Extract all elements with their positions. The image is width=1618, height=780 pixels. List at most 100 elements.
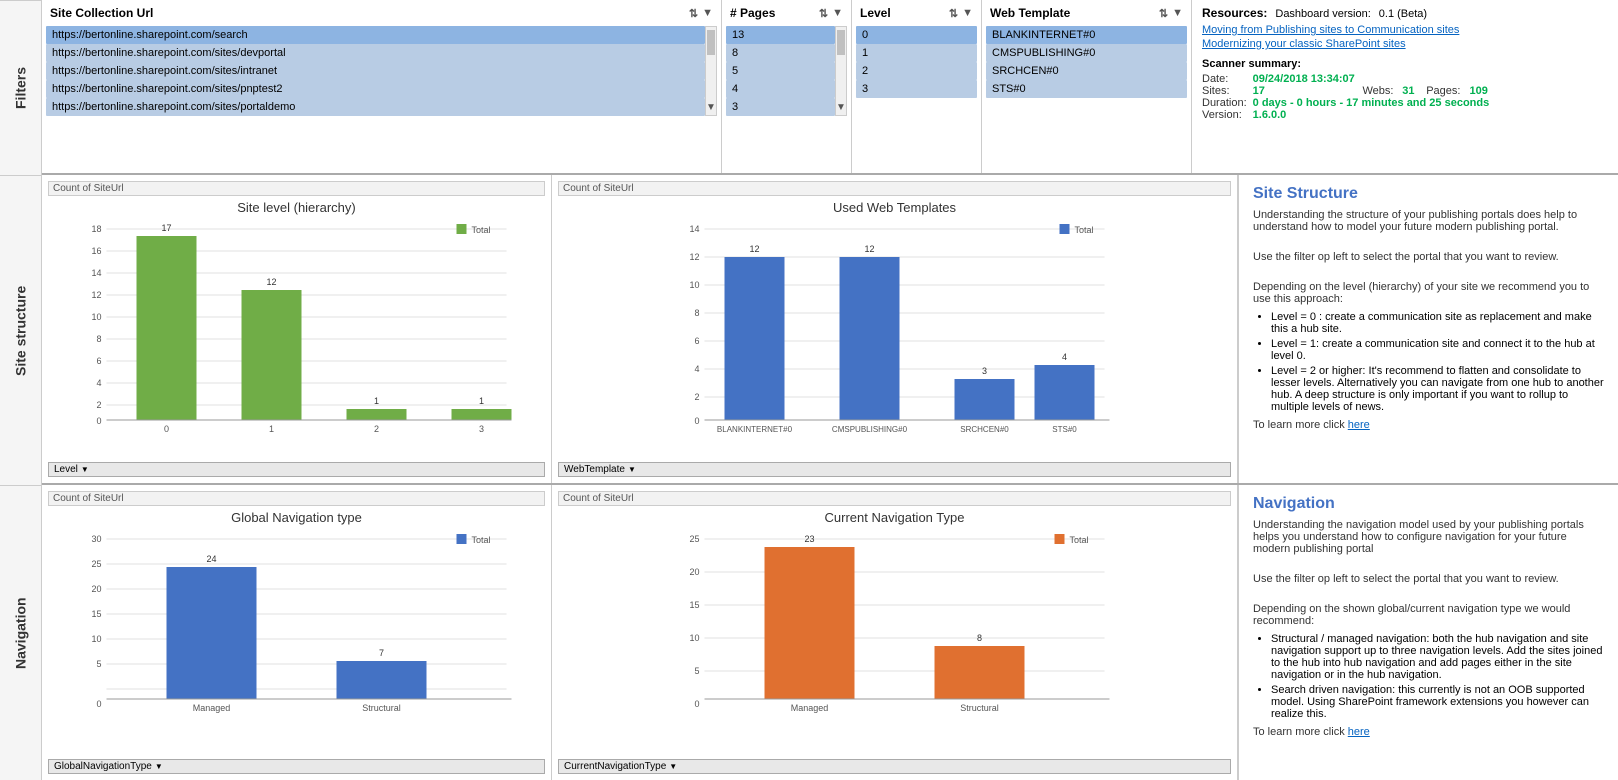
filter-sort-icon[interactable]: ⇅ (689, 7, 698, 20)
nav-link[interactable]: here (1348, 726, 1370, 738)
svg-text:5: 5 (96, 659, 101, 669)
webtemplate-dropdown-button[interactable]: WebTemplate ▼ (558, 462, 1231, 477)
list-item[interactable]: 2 (856, 62, 977, 80)
svg-text:4: 4 (694, 364, 699, 374)
svg-text:10: 10 (91, 634, 101, 644)
list-item[interactable]: STS#0 (986, 80, 1187, 98)
current-nav-chart-title: Current Navigation Type (558, 510, 1231, 525)
list-item[interactable]: https://bertonline.sharepoint.com/sites/… (46, 80, 705, 98)
nav-footer: To learn more click here (1253, 726, 1604, 738)
list-item[interactable]: 3 (726, 98, 835, 116)
list-item[interactable]: https://bertonline.sharepoint.com/sites/… (46, 44, 705, 62)
list-item[interactable]: 4 (726, 80, 835, 98)
svg-text:8: 8 (96, 334, 101, 344)
bullet-item: Level = 0 : create a communication site … (1271, 311, 1604, 335)
list-item[interactable]: 5 (726, 62, 835, 80)
pages-scrollbar[interactable]: ▼ (835, 26, 847, 116)
list-item[interactable]: 8 (726, 44, 835, 62)
site-structure-para3: Depending on the level (hierarchy) of yo… (1253, 281, 1604, 305)
list-item[interactable]: BLANKINTERNET#0 (986, 26, 1187, 44)
version-value: 1.6.0.0 (1253, 109, 1363, 121)
bullet-item: Level = 1: create a communication site a… (1271, 338, 1604, 362)
link-modernizing[interactable]: Modernizing your classic SharePoint site… (1202, 38, 1608, 50)
navigation-info: Navigation Understanding the navigation … (1238, 485, 1618, 780)
svg-text:1: 1 (269, 424, 274, 434)
level-filter: Level ⇅ ▼ 0 1 2 3 (852, 0, 982, 173)
level-sort-icon[interactable]: ⇅ (949, 7, 958, 20)
scanner-summary-title: Scanner summary: (1202, 58, 1608, 70)
list-item[interactable]: 0 (856, 26, 977, 44)
svg-text:16: 16 (91, 246, 101, 256)
link-publishing-sites[interactable]: Moving from Publishing sites to Communic… (1202, 24, 1608, 36)
list-item[interactable]: https://bertonline.sharepoint.com/sites/… (46, 62, 705, 80)
svg-text:BLANKINTERNET#0: BLANKINTERNET#0 (717, 425, 793, 434)
svg-text:25: 25 (689, 534, 699, 544)
site-structure-title: Site Structure (1253, 185, 1604, 203)
svg-text:0: 0 (96, 699, 101, 709)
web-templates-chart-panel: Count of SiteUrl Used Web Templates 14 (552, 175, 1238, 483)
bar (452, 409, 512, 420)
filter-funnel-icon[interactable]: ▼ (702, 7, 713, 20)
pages-funnel-icon[interactable]: ▼ (832, 7, 843, 20)
list-item[interactable]: 1 (856, 44, 977, 62)
global-nav-svg: 30 25 20 15 10 5 0 24 7 (48, 529, 545, 729)
list-item[interactable]: 3 (856, 80, 977, 98)
level-header: Level ⇅ ▼ (856, 4, 977, 22)
site-structure-para2: Use the filter op left to select the por… (1253, 251, 1604, 263)
section-labels: Filters Site structure Navigation (0, 0, 42, 780)
svg-text:15: 15 (689, 600, 699, 610)
list-item[interactable]: https://bertonline.sharepoint.com/sites/… (46, 98, 705, 116)
sites-label: Sites: (1202, 85, 1253, 97)
pages-scroll-down[interactable]: ▼ (836, 102, 846, 115)
site-url-icons[interactable]: ⇅ ▼ (689, 7, 713, 20)
level-funnel-icon[interactable]: ▼ (962, 7, 973, 20)
wt-funnel-icon[interactable]: ▼ (1172, 7, 1183, 20)
site-url-filter: Site Collection Url ⇅ ▼ https://bertonli… (42, 0, 722, 173)
bar (935, 646, 1025, 699)
svg-text:10: 10 (91, 312, 101, 322)
svg-text:5: 5 (694, 666, 699, 676)
global-nav-dropdown-arrow: ▼ (155, 762, 163, 771)
svg-text:17: 17 (161, 223, 171, 233)
level-title: Level (860, 6, 891, 20)
svg-text:0: 0 (694, 416, 699, 426)
list-item[interactable]: CMSPUBLISHING#0 (986, 44, 1187, 62)
resources-header: Resources: Dashboard version: 0.1 (Beta) (1202, 6, 1608, 20)
duration-label: Duration: (1202, 97, 1253, 109)
site-structure-label: Site structure (0, 175, 41, 485)
svg-text:15: 15 (91, 609, 101, 619)
site-url-list-wrap: https://bertonline.sharepoint.com/search… (46, 26, 717, 116)
level-icons[interactable]: ⇅ ▼ (949, 7, 973, 20)
list-item[interactable]: SRCHCEN#0 (986, 62, 1187, 80)
svg-text:Managed: Managed (193, 703, 231, 713)
bar (840, 257, 900, 420)
scroll-down-icon[interactable]: ▼ (706, 102, 716, 115)
pages-icons[interactable]: ⇅ ▼ (819, 7, 843, 20)
list-item[interactable]: 13 (726, 26, 835, 44)
list-item[interactable]: https://bertonline.sharepoint.com/search (46, 26, 705, 44)
scanner-table: Date: 09/24/2018 13:34:07 Sites: 17 Webs… (1202, 73, 1489, 121)
main-layout: Filters Site structure Navigation Site C… (0, 0, 1618, 780)
level-dropdown-label: Level (54, 464, 78, 475)
web-template-icons[interactable]: ⇅ ▼ (1159, 7, 1183, 20)
svg-text:7: 7 (379, 648, 384, 658)
global-nav-dropdown-label: GlobalNavigationType (54, 761, 152, 772)
pages-sort-icon[interactable]: ⇅ (819, 7, 828, 20)
svg-text:24: 24 (206, 554, 216, 564)
bullet-item: Structural / managed navigation: both th… (1271, 633, 1604, 681)
svg-text:3: 3 (479, 424, 484, 434)
scrollbar[interactable]: ▼ (705, 26, 717, 116)
svg-text:Total: Total (1075, 225, 1094, 235)
svg-text:Structural: Structural (362, 703, 401, 713)
svg-text:4: 4 (1062, 352, 1067, 362)
svg-text:23: 23 (804, 534, 814, 544)
level-dropdown-button[interactable]: Level ▼ (48, 462, 545, 477)
pages-scrollbar-thumb[interactable] (837, 30, 845, 55)
wt-sort-icon[interactable]: ⇅ (1159, 7, 1168, 20)
current-nav-count-label: Count of SiteUrl (558, 491, 1231, 506)
filters-label: Filters (0, 0, 41, 175)
site-structure-link[interactable]: here (1348, 419, 1370, 431)
level-dropdown-arrow: ▼ (81, 465, 89, 474)
scrollbar-thumb[interactable] (707, 30, 715, 55)
sites-value: 17 (1253, 85, 1363, 97)
